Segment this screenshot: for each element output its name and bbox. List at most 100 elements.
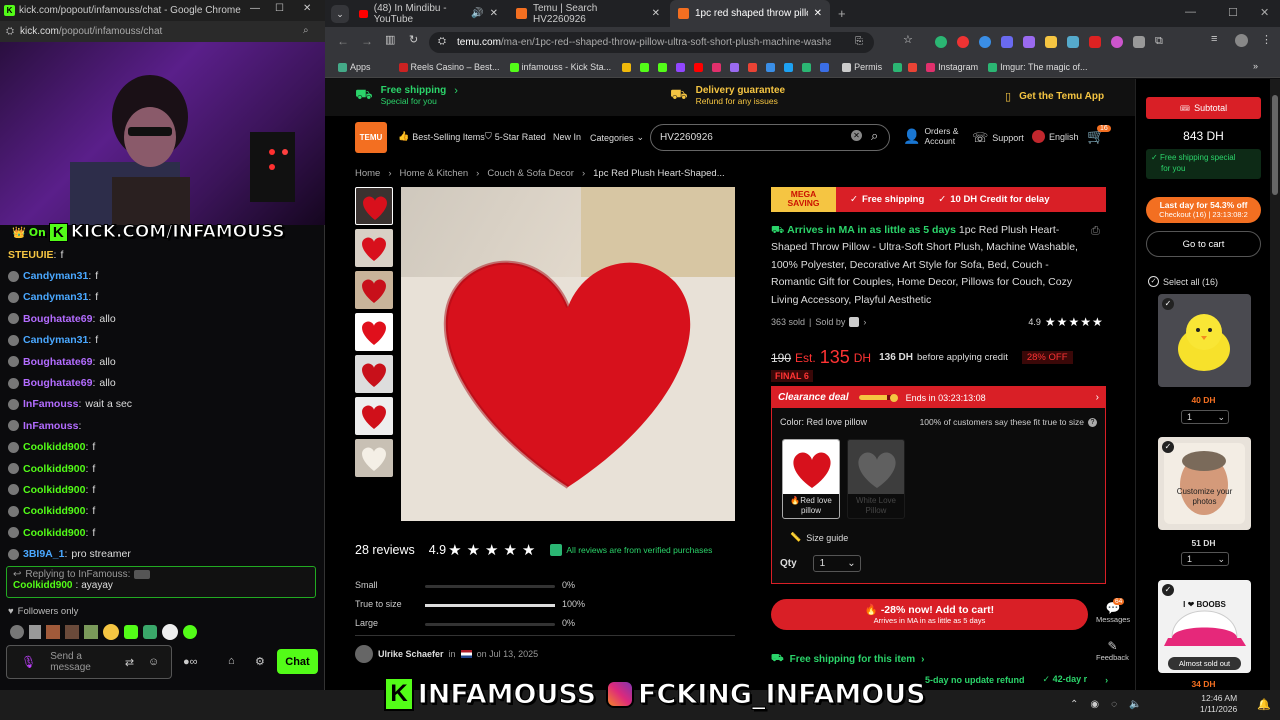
extension-icon[interactable] [935, 35, 947, 48]
more-bookmarks-icon[interactable]: » [1253, 61, 1258, 71]
volume-icon[interactable]: 🔈 [1129, 699, 1141, 710]
help-icon[interactable]: ? [1088, 417, 1097, 427]
forward-icon[interactable]: → [361, 34, 373, 48]
product-thumbnail[interactable] [355, 439, 393, 477]
nav-categories[interactable]: Categories ⌄ [590, 132, 644, 143]
reload-icon[interactable]: ↻ [409, 33, 418, 46]
binance-icon[interactable] [622, 62, 632, 72]
free-shipping-item[interactable]: ⛟ Free shipping for this item › [771, 653, 925, 666]
extensions-puzzle-icon[interactable]: ⧉ [1155, 35, 1163, 48]
chat-username[interactable]: Candyman31 [23, 334, 88, 346]
bookmark-icon[interactable] [730, 62, 740, 72]
bookmark-star-icon[interactable]: ☆ [903, 33, 913, 46]
zoom-icon[interactable]: ⌕ [303, 25, 309, 36]
bookmark-instagram[interactable]: Instagram [921, 62, 983, 72]
close-icon[interactable]: ✕ [303, 3, 311, 14]
product-thumbnail[interactable] [355, 271, 393, 309]
install-icon[interactable]: ⎘ [855, 36, 863, 47]
tab-search-icon[interactable]: ⌄ [331, 4, 349, 23]
extension-icon[interactable] [1001, 35, 1013, 48]
emote-icon[interactable] [10, 625, 24, 639]
chat-username[interactable]: Boughatate69 [23, 356, 92, 368]
chat-username[interactable]: Coolkidd900 [23, 441, 85, 453]
back-icon[interactable]: ← [337, 34, 349, 48]
bookmark-permis[interactable]: Permis [837, 62, 887, 72]
product-thumbnail[interactable] [355, 355, 393, 393]
nav-support[interactable]: ☏ Support [972, 130, 1024, 146]
nav-five-star[interactable]: ⛉ 5-Star Rated [485, 131, 546, 142]
share-icon[interactable]: ⎙ [1091, 225, 1100, 238]
scrollbar-thumb[interactable] [1272, 95, 1278, 195]
mic-icon[interactable]: 🎙 [21, 655, 36, 669]
kick-icon[interactable] [640, 62, 650, 72]
store-icon[interactable]: ⌂ [228, 655, 235, 667]
chat-input[interactable]: 🎙 Send a message ⇄ ☺ [6, 645, 172, 679]
cart-item-qty[interactable]: 1 ⌄ [1181, 410, 1229, 424]
chat-username[interactable]: Candyman31 [23, 270, 88, 282]
minimize-icon[interactable]: — [1185, 6, 1196, 18]
extension-icon[interactable] [957, 35, 969, 48]
users-icon[interactable]: ●∞ [183, 656, 198, 668]
bookmark-reels-casino[interactable]: Reels Casino – Best... [394, 62, 505, 72]
chat-username[interactable]: STEUUIE [8, 249, 54, 261]
gmail-icon[interactable] [748, 62, 758, 72]
kick-icon[interactable] [658, 62, 668, 72]
go-to-cart-button[interactable]: Go to cart [1146, 231, 1261, 257]
nav-orders-account[interactable]: 👤 Orders & Account [903, 126, 958, 146]
emote-icon[interactable] [103, 624, 119, 640]
bookmark-icon[interactable] [802, 62, 812, 72]
checkout-button[interactable]: Last day for 54.3% off Checkout (16) | 2… [1146, 197, 1261, 223]
item-check-icon[interactable]: ✓ [1162, 441, 1174, 453]
notification-icon[interactable]: 🔔 [1257, 698, 1271, 711]
instagram-icon[interactable] [712, 62, 722, 72]
extension-icon[interactable] [1133, 35, 1145, 48]
kick-urlbar[interactable]: ⛭ kick.com/popout/infamouss/chat ⌕ [0, 21, 325, 42]
chat-username[interactable]: Coolkidd900 [23, 463, 85, 475]
emote-icon[interactable] [124, 625, 138, 639]
bookmark-icon[interactable] [820, 62, 830, 72]
emoji-icon[interactable]: ☺ [148, 656, 159, 668]
youtube-icon[interactable] [694, 62, 704, 72]
cart-item-qty[interactable]: 1 ⌄ [1181, 552, 1229, 566]
bookmark-icon[interactable] [784, 62, 794, 72]
promo-free-shipping[interactable]: ⛟ Free shipping Special for you › [355, 85, 458, 107]
audio-icon[interactable]: 🔊 [471, 8, 483, 19]
breadcrumb-item[interactable]: Couch & Sofa Decor [487, 168, 574, 179]
extension-icon[interactable] [1111, 35, 1123, 48]
tab-temu-search[interactable]: Temu | Search HV2260926 ✕ [508, 0, 668, 27]
close-icon[interactable]: ✕ [1260, 6, 1269, 19]
product-thumbnail[interactable] [355, 397, 393, 435]
site-info-icon[interactable]: ⛭ [6, 26, 14, 37]
sidebar-icon[interactable]: ▥ [385, 33, 395, 46]
breadcrumb-item[interactable]: Home [355, 168, 380, 179]
emote-icon[interactable] [143, 625, 157, 639]
get-app-link[interactable]: ▯ Get the Temu App [1005, 90, 1104, 103]
chat-username[interactable]: Boughatate69 [23, 377, 92, 389]
chat-username[interactable]: Coolkidd900 [23, 484, 85, 496]
nav-new-in[interactable]: New In [553, 132, 581, 142]
product-thumbnail[interactable] [355, 187, 393, 225]
size-guide-link[interactable]: 📏 Size guide [790, 532, 848, 543]
promo-delivery-guarantee[interactable]: ⛟ Delivery guarantee Refund for any issu… [670, 85, 785, 106]
address-bar[interactable]: ⛭ temu.com/ma-en/1pc-red--shaped-throw-p… [429, 32, 874, 53]
maximize-icon[interactable]: ☐ [1228, 6, 1238, 19]
tab-youtube[interactable]: (48) In Mindibu - YouTube 🔊 ✕ [351, 0, 506, 27]
twitch-icon[interactable] [676, 62, 686, 72]
reviews-count[interactable]: 28 reviews [355, 543, 415, 557]
bookmark-kick[interactable]: infamouss - Kick Sta... [505, 62, 617, 72]
qty-select[interactable]: 1 ⌄ [812, 555, 861, 572]
product-thumbnail[interactable] [355, 313, 393, 351]
color-option-white[interactable]: White Love Pillow [847, 439, 905, 519]
settings-icon[interactable]: ⚙ [255, 655, 265, 668]
messages-button[interactable]: 💬 Messages [1096, 601, 1130, 624]
emote-icon[interactable] [46, 625, 60, 639]
chart-icon[interactable] [893, 62, 903, 72]
minimize-icon[interactable]: — [250, 3, 260, 14]
emote-icon[interactable] [162, 624, 178, 640]
feedback-button[interactable]: ✎ Feedback [1096, 639, 1129, 662]
reply-username[interactable]: Coolkidd900 [13, 580, 72, 591]
menu-icon[interactable]: ≡ [1211, 33, 1217, 45]
tab-close-icon[interactable]: ✕ [652, 8, 660, 19]
extension-icon[interactable] [1023, 35, 1035, 48]
chat-username[interactable]: 3BI9A_1 [23, 548, 64, 560]
